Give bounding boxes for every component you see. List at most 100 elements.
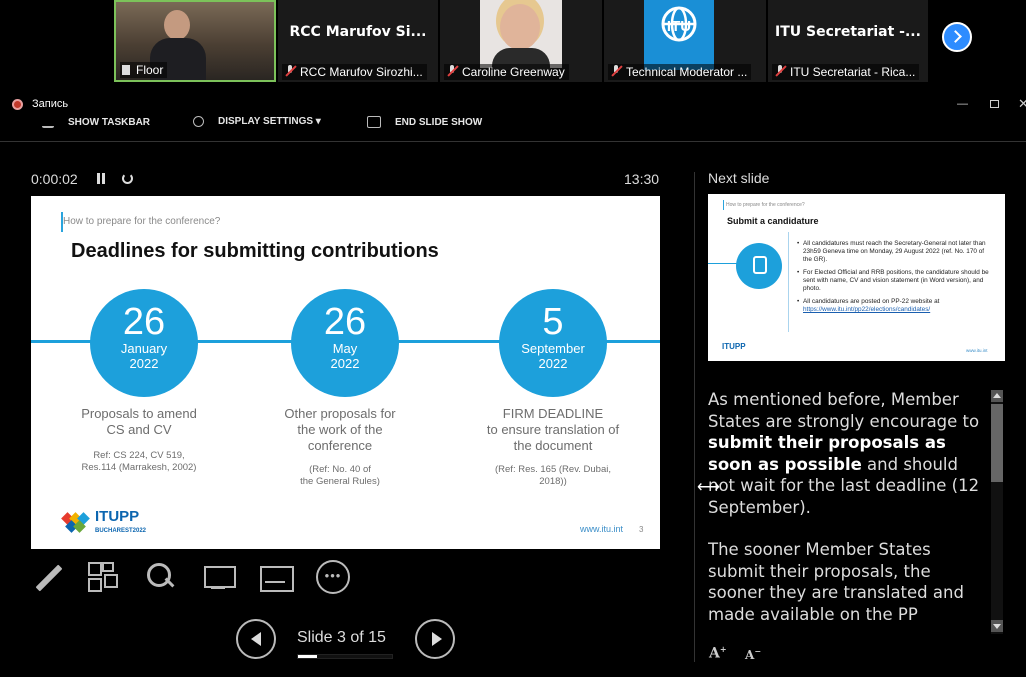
participant-tile-rcc[interactable]: RCC Marufov Si... RCC Marufov Sirozhi...: [278, 0, 438, 82]
deadline-day: 26: [122, 301, 166, 343]
participant-strip: Floor RCC Marufov Si... RCC Marufov Siro…: [0, 0, 1026, 84]
settings-icon: [193, 116, 204, 127]
participant-label: Floor: [120, 62, 168, 78]
bullet-item: For Elected Official and RRB positions, …: [797, 269, 989, 293]
mic-muted-icon: [446, 65, 458, 77]
slide-page-number: 3: [639, 525, 644, 534]
separator-line: [788, 232, 789, 332]
timeline-line: [708, 263, 738, 264]
notes-text: As mentioned before, Member States are s…: [708, 390, 980, 431]
restore-button[interactable]: [990, 100, 999, 108]
participant-tile-secretariat[interactable]: ITU Secretariat -... ITU Secretariat - R…: [768, 0, 928, 82]
see-all-slides-icon[interactable]: [86, 560, 122, 596]
next-slide-button[interactable]: [415, 619, 455, 659]
candidates-link: https://www.itu.int/pp22/elections/candi…: [803, 306, 931, 313]
candidate-icon: [736, 243, 782, 289]
deadline-circle-1: 26 January 2022: [90, 289, 198, 397]
participant-label: RCC Marufov Sirozhi...: [282, 64, 427, 80]
deadline-circle-2: 26 May 2022: [291, 289, 399, 397]
scroll-thumb[interactable]: [991, 404, 1003, 482]
deadline-heading: Other proposals for the work of the conf…: [284, 406, 396, 453]
deadline-year: 2022: [330, 356, 360, 371]
pretitle-accent: [723, 200, 724, 210]
end-slide-show-button[interactable]: END SLIDE SHOW: [367, 116, 482, 128]
show-taskbar-button[interactable]: SHOW TASKBAR: [42, 116, 150, 128]
slide-progress-fill: [298, 655, 317, 658]
next-slide-bullets: All candidatures must reach the Secretar…: [797, 240, 989, 319]
deadline-ref: (Ref: No. 40 of the General Rules): [300, 464, 380, 487]
deadline-description-3: FIRM DEADLINE to ensure translation of t…: [468, 406, 638, 488]
logo-text: ITUPP BUCHAREST2022: [95, 509, 146, 538]
deadline-circle-3: 5 September 2022: [499, 289, 607, 397]
notes-paragraph-2: The sooner Member States submit their pr…: [708, 540, 964, 624]
next-slide-title: Submit a candidature: [727, 216, 819, 226]
end-slide-show-label: END SLIDE SHOW: [395, 116, 483, 128]
mic-muted-icon: [284, 65, 296, 77]
presenter-toolbar: SHOW TASKBAR DISPLAY SETTINGS ▾ END SLID…: [0, 112, 1026, 142]
deadline-description-1: Proposals to amend CS and CV Ref: CS 224…: [54, 406, 224, 474]
end-show-icon: [367, 116, 381, 128]
slide-pretitle: How to prepare for the conference?: [63, 216, 221, 227]
minimize-button[interactable]: —: [957, 98, 968, 110]
scroll-up-arrow[interactable]: [991, 390, 1003, 402]
next-slide-preview[interactable]: How to prepare for the conference? Submi…: [708, 194, 1005, 361]
slide-url: www.itu.int: [580, 524, 624, 534]
participant-label: Technical Moderator ...: [608, 64, 752, 80]
show-taskbar-label: SHOW TASKBAR: [68, 116, 151, 128]
bullet-item: All candidatures must reach the Secretar…: [797, 240, 989, 264]
pin-icon: [122, 65, 130, 75]
deadline-year: 2022: [538, 356, 568, 371]
black-screen-icon[interactable]: [201, 560, 237, 596]
participant-tile-caroline[interactable]: Caroline Greenway: [440, 0, 602, 82]
deadline-heading: Proposals to amend CS and CV: [81, 406, 197, 437]
participant-tile-moderator[interactable]: ITU Technical Moderator ...: [604, 0, 766, 82]
deadline-month: January: [120, 341, 168, 356]
subtitles-icon[interactable]: [258, 560, 294, 596]
bullet-item: All candidatures are posted on PP-22 web…: [797, 298, 989, 314]
svg-text:ITU: ITU: [667, 18, 691, 35]
deadline-heading: FIRM DEADLINE to ensure translation of t…: [486, 406, 620, 453]
speaker-silhouette: [164, 10, 190, 40]
participant-tile-floor[interactable]: Floor: [114, 0, 276, 82]
speaker-notes[interactable]: As mentioned before, Member States are s…: [708, 389, 984, 625]
reset-timer-icon[interactable]: [122, 173, 133, 184]
display-settings-label: DISPLAY SETTINGS ▾: [218, 116, 321, 127]
display-settings-button[interactable]: DISPLAY SETTINGS ▾: [193, 116, 321, 127]
recording-label: Запись: [32, 98, 69, 110]
slide-counter[interactable]: Slide 3 of 15: [297, 629, 386, 647]
bullet-text: All candidatures are posted on PP-22 web…: [803, 298, 940, 305]
scroll-down-arrow[interactable]: [991, 620, 1003, 632]
elapsed-timer: 0:00:02: [31, 171, 78, 187]
itupp-logo: ITUPP BUCHAREST2022: [61, 509, 146, 539]
slide-progress-bar: [297, 654, 393, 659]
face: [500, 4, 540, 50]
increase-font-icon[interactable]: A+: [709, 644, 727, 662]
mic-muted-icon: [774, 65, 786, 77]
participant-name: RCC Marufov Si...: [289, 24, 427, 40]
deadline-month: September: [521, 341, 585, 356]
deadline-description-2: Other proposals for the work of the conf…: [255, 406, 425, 488]
next-slide-url: www.itu.int: [966, 348, 988, 353]
zoom-icon[interactable]: [144, 560, 180, 596]
resize-cursor-icon: ⟷: [697, 479, 720, 496]
participant-label: Caroline Greenway: [444, 64, 569, 80]
next-slide-pretitle: How to prepare for the conference?: [726, 202, 805, 208]
pause-icon[interactable]: [96, 173, 106, 184]
deadline-ref: Ref: CS 224, CV 519, Res.114 (Marrakesh,…: [81, 450, 197, 473]
current-slide: How to prepare for the conference? Deadl…: [31, 196, 660, 549]
next-slide-label: Next slide: [708, 170, 770, 186]
logo-mark-icon: [61, 512, 90, 536]
close-button[interactable]: ✕: [1018, 96, 1026, 112]
recording-icon: [12, 99, 23, 110]
decrease-font-icon[interactable]: A−: [745, 646, 761, 662]
more-options-icon[interactable]: [316, 560, 350, 594]
deadline-ref: (Ref: Res. 165 (Rev. Dubai, 2018)): [495, 464, 611, 487]
pen-tool-icon[interactable]: [31, 560, 67, 596]
next-participants-button[interactable]: [942, 22, 972, 52]
deadline-day: 5: [542, 301, 564, 343]
notes-paragraph-1: As mentioned before, Member States are s…: [708, 389, 984, 518]
pane-divider[interactable]: [694, 172, 695, 662]
slide-title: Deadlines for submitting contributions: [71, 240, 439, 262]
previous-slide-button[interactable]: [236, 619, 276, 659]
itu-globe-icon: ITU: [661, 6, 697, 42]
